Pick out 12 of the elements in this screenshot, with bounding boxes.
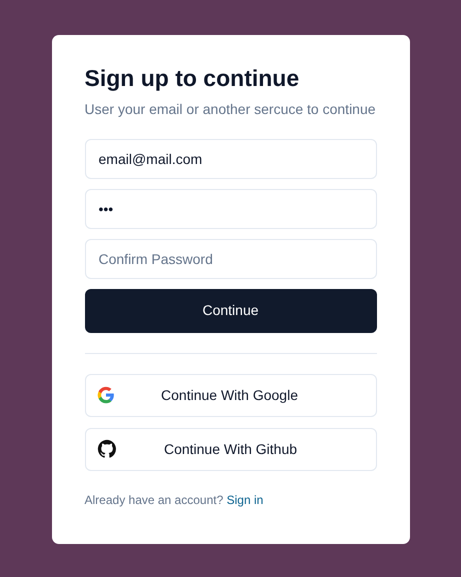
sign-in-link[interactable]: Sign in xyxy=(226,492,264,507)
input-field[interactable]: email@mail.com xyxy=(84,138,376,179)
social-login-button[interactable]: Continue With Google xyxy=(84,374,376,417)
continue-button[interactable]: Continue xyxy=(84,288,376,333)
cat-silhouette-icon xyxy=(96,439,116,460)
subtitle: User your email or another sercuce to continue xyxy=(84,100,376,119)
account-prompt: Already have an account? xyxy=(84,492,224,507)
google-g-icon xyxy=(96,386,114,404)
social-login-button[interactable]: Continue With Github xyxy=(84,428,376,471)
input-field[interactable]: Confirm Password xyxy=(84,238,376,279)
page-title: Sign up to continue xyxy=(84,65,300,93)
input-field[interactable]: ••• xyxy=(84,188,376,229)
